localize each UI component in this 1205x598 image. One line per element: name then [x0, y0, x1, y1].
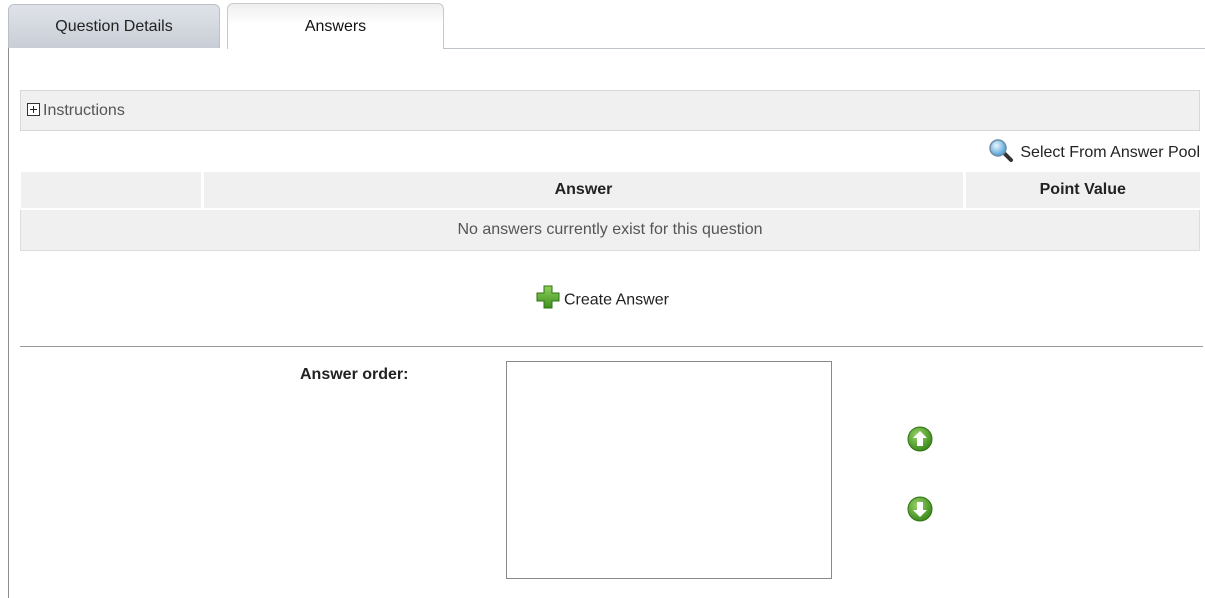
answers-table: Answer Point Value No answers currently … — [20, 172, 1200, 251]
answer-pool-label: Select From Answer Pool — [1020, 144, 1200, 162]
panel-left-border — [8, 48, 9, 598]
tab-question-details[interactable]: Question Details — [8, 4, 220, 48]
create-answer-button[interactable]: Create Answer — [535, 284, 669, 310]
empty-table-message: No answers currently exist for this ques… — [20, 208, 1200, 251]
column-header-select — [20, 172, 204, 209]
tab-answers[interactable]: Answers — [227, 3, 444, 49]
answer-order-listbox[interactable] — [506, 361, 832, 579]
column-header-point-value: Point Value — [964, 172, 1200, 209]
select-from-answer-pool-link[interactable]: Select From Answer Pool — [988, 138, 1200, 164]
create-answer-label: Create Answer — [564, 291, 669, 309]
arrow-down-icon — [907, 496, 933, 522]
instructions-label: Instructions — [43, 102, 125, 119]
move-down-button[interactable] — [907, 496, 933, 527]
instructions-toggle[interactable]: Instructions — [20, 90, 1200, 131]
move-up-button[interactable] — [907, 426, 933, 457]
table-row: No answers currently exist for this ques… — [20, 208, 1200, 251]
tab-baseline — [444, 48, 1205, 49]
magnifier-icon — [988, 138, 1014, 168]
green-plus-icon — [535, 284, 561, 317]
column-header-answer: Answer — [202, 172, 966, 209]
answer-order-label: Answer order: — [300, 366, 409, 383]
section-divider — [20, 346, 1203, 347]
arrow-up-icon — [907, 426, 933, 452]
expand-plus-icon[interactable] — [27, 103, 40, 116]
